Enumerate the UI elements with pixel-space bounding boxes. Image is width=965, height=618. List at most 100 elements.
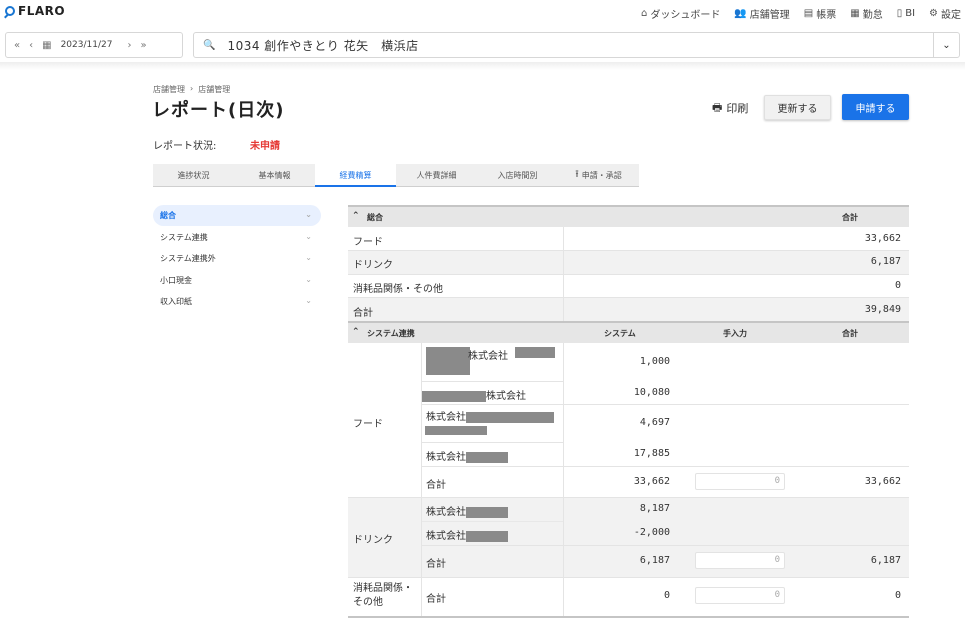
summary-row: 消耗品関係・その他 0 bbox=[348, 274, 909, 297]
summary-section-header[interactable]: ⌃ 総合 合計 bbox=[348, 205, 909, 227]
manual-input-field[interactable]: 0 bbox=[695, 473, 785, 490]
manual-input-field[interactable]: 0 bbox=[695, 552, 785, 569]
printer-icon: 🖶 bbox=[712, 100, 723, 114]
summary-row-value: 39,849 bbox=[864, 304, 901, 315]
divider bbox=[348, 497, 909, 498]
next-day-icon[interactable]: › bbox=[127, 40, 131, 51]
tab-approval[interactable]: ⭱ 申請・承認 bbox=[558, 164, 639, 186]
side-item-summary[interactable]: 総合 ⌄ bbox=[153, 205, 321, 226]
nav-bi[interactable]: ▯ BI bbox=[897, 6, 915, 21]
side-item-stamp[interactable]: 収入印紙 ⌄ bbox=[153, 291, 321, 312]
chevron-down-icon: ⌄ bbox=[305, 274, 312, 284]
apply-button[interactable]: 申請する bbox=[842, 94, 909, 120]
redacted-block bbox=[466, 411, 554, 423]
summary-row-label: フード bbox=[353, 237, 383, 248]
chevron-up-icon[interactable]: ⌃ bbox=[352, 327, 360, 337]
calendar-icon: ▦ bbox=[850, 8, 860, 19]
redacted-block bbox=[466, 530, 508, 542]
subtotal-total: 6,187 bbox=[870, 555, 901, 566]
report-status-value: 未申請 bbox=[250, 141, 280, 152]
last-page-icon[interactable]: » bbox=[140, 40, 146, 51]
subtotal-system: 0 bbox=[663, 590, 670, 601]
nav-links: ⌂ ダッシュボード 👥 店舗管理 ▤ 帳票 ▦ 勤怠 ▯ BI ⚙ 設定 bbox=[641, 6, 961, 21]
other-group: 消耗品関係・その他 合計 0 0 0 bbox=[348, 577, 909, 617]
nav-dashboard[interactable]: ⌂ ダッシュボード bbox=[641, 6, 720, 21]
chevron-down-icon: ⌄ bbox=[305, 253, 312, 262]
side-item-non-system[interactable]: システム連携外 ⌄ bbox=[153, 248, 321, 269]
vendor-value: -2,000 bbox=[633, 527, 670, 538]
tab-labor-detail[interactable]: 人件費詳細 bbox=[396, 164, 477, 186]
redacted-block bbox=[425, 426, 487, 435]
subtotal-label: 合計 bbox=[426, 594, 446, 605]
vendor-name-text: 株式会社 bbox=[486, 391, 526, 402]
divider bbox=[422, 442, 563, 443]
tab-expense[interactable]: 経費精算 bbox=[315, 164, 396, 187]
current-date[interactable]: 2023/11/27 bbox=[61, 40, 113, 50]
vendor-name-text: 株式会社 bbox=[426, 507, 466, 518]
logo-text: FLARO bbox=[18, 4, 66, 18]
chevron-down-icon: ⌄ bbox=[305, 296, 312, 305]
breadcrumb: 店舗管理 › 店舗管理 bbox=[153, 84, 230, 95]
breadcrumb-item[interactable]: 店舗管理 bbox=[153, 84, 185, 95]
nav-settings[interactable]: ⚙ 設定 bbox=[929, 6, 961, 21]
vendor-row: 株式会社 10,080 bbox=[422, 381, 909, 404]
nav-bi-label: BI bbox=[905, 8, 916, 19]
divider bbox=[421, 343, 422, 616]
vendor-name: 株式会社 bbox=[422, 387, 526, 402]
calendar-icon[interactable]: ▦ bbox=[42, 40, 51, 51]
vendor-name-text: 株式会社 bbox=[426, 412, 466, 423]
summary-row: ドリンク 6,187 bbox=[348, 250, 909, 274]
chevron-down-icon[interactable]: ⌄ bbox=[933, 33, 959, 57]
expense-side-menu: 総合 ⌄ システム連携 ⌄ システム連携外 ⌄ 小口現金 ⌄ 収入印紙 ⌄ bbox=[153, 205, 321, 313]
total-col: 合計 bbox=[842, 329, 858, 338]
chevron-right-icon: › bbox=[190, 84, 194, 93]
logo-mark-icon bbox=[5, 6, 15, 16]
chevron-up-icon[interactable]: ⌃ bbox=[352, 211, 360, 221]
nav-store-management[interactable]: 👥 店舗管理 bbox=[734, 6, 789, 21]
summary-title: 総合 bbox=[367, 213, 383, 222]
prev-day-icon[interactable]: ‹ bbox=[29, 40, 33, 51]
system-section-header[interactable]: ⌃ システム連携 システム 手入力 合計 bbox=[348, 321, 909, 343]
vendor-value: 8,187 bbox=[639, 503, 670, 514]
nav-reports[interactable]: ▤ 帳票 bbox=[804, 6, 836, 21]
redacted-block bbox=[422, 390, 486, 402]
breadcrumb-item[interactable]: 店舗管理 bbox=[198, 84, 230, 95]
subtotal-label: 合計 bbox=[426, 480, 446, 491]
upload-icon: ⭱ bbox=[575, 168, 579, 180]
redacted-block bbox=[466, 506, 508, 518]
side-item-label: 総合 bbox=[160, 211, 176, 220]
side-item-label: 小口現金 bbox=[160, 275, 192, 285]
divider bbox=[422, 521, 563, 522]
drink-subtotal-row: 合計 6,187 0 6,187 bbox=[422, 545, 909, 577]
tab-basic-info[interactable]: 基本情報 bbox=[234, 164, 315, 186]
manual-input-field[interactable]: 0 bbox=[695, 587, 785, 604]
vendor-name: 株式会社 bbox=[426, 408, 554, 423]
group-label-other: 消耗品関係・その他 bbox=[353, 583, 413, 608]
side-item-label: システム連携外 bbox=[160, 254, 216, 263]
update-button[interactable]: 更新する bbox=[764, 95, 831, 120]
summary-row-value: 6,187 bbox=[870, 256, 901, 267]
vendor-value: 17,885 bbox=[633, 448, 670, 459]
side-item-petty-cash[interactable]: 小口現金 ⌄ bbox=[153, 270, 321, 291]
nav-reports-label: 帳票 bbox=[816, 10, 837, 21]
print-button[interactable]: 🖶 印刷 bbox=[712, 97, 748, 119]
divider bbox=[422, 381, 563, 382]
subtotal-total: 0 bbox=[894, 590, 901, 601]
store-search-value[interactable]: 1034 創作やきとり 花矢 横浜店 bbox=[227, 37, 418, 54]
tab-entry-time[interactable]: 入店時間別 bbox=[477, 164, 558, 186]
nav-store-label: 店舗管理 bbox=[749, 10, 790, 21]
tab-progress[interactable]: 進捗状況 bbox=[153, 164, 234, 186]
divider bbox=[348, 274, 909, 275]
group-label-food: フード bbox=[353, 419, 383, 430]
divider bbox=[563, 227, 564, 321]
first-page-icon[interactable]: « bbox=[14, 40, 20, 51]
flaro-logo[interactable]: FLARO bbox=[5, 4, 65, 18]
nav-attendance[interactable]: ▦ 勤怠 bbox=[850, 6, 882, 21]
side-item-system[interactable]: システム連携 ⌄ bbox=[153, 227, 321, 248]
vendor-name: 株式会社 bbox=[426, 503, 508, 518]
people-icon: 👥 bbox=[734, 8, 747, 19]
store-search-select[interactable]: 🔍 1034 創作やきとり 花矢 横浜店 ⌄ bbox=[193, 32, 960, 58]
summary-row: フード 33,662 bbox=[348, 227, 909, 250]
page-title: レポート(日次) bbox=[152, 100, 285, 121]
summary-total-row: 合計 39,849 bbox=[348, 297, 909, 321]
